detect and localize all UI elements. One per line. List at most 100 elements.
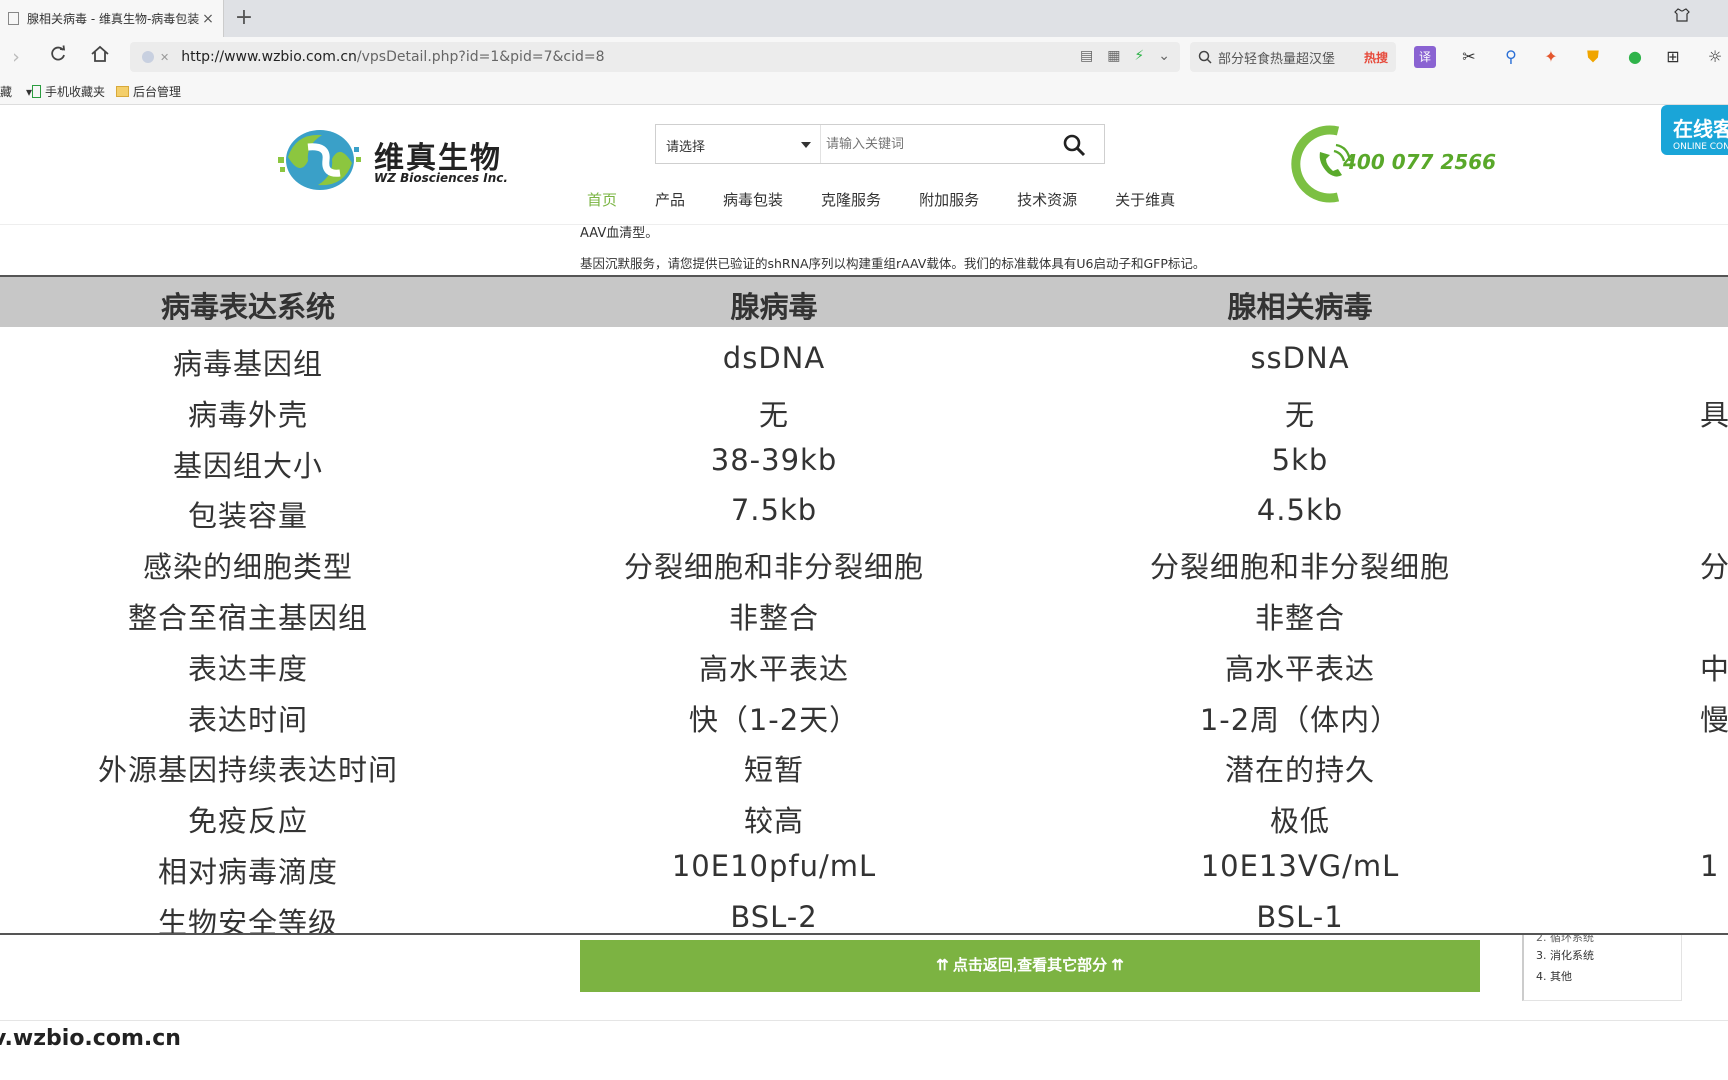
table-cell: 10E13VG/mL: [1200, 849, 1400, 883]
address-bar[interactable]: ✕ http://www.wzbio.com.cn/vpsDetail.php?…: [130, 42, 1180, 72]
table-cell: 中等: [1700, 651, 1728, 686]
table-cell: 较高: [743, 804, 805, 839]
table-cell: 高水平表达: [698, 651, 850, 686]
table-cell: 快（1-2天）: [688, 702, 860, 737]
logo-english-name[interactable]: WZ Biosciences Inc.: [374, 171, 508, 185]
address-bar-actions: ▤ ▦ ⚡ ⌄: [1080, 48, 1170, 64]
footer-divider: [0, 1020, 1728, 1021]
qr-code-icon[interactable]: ▦: [1107, 48, 1120, 64]
table-row-label: 外源基因持续表达时间: [97, 753, 399, 788]
main-navigation: 首页 产品 病毒包装 克隆服务 附加服务 技术资源 关于维真: [568, 180, 1194, 220]
settings-sun-icon[interactable]: ☼: [1704, 46, 1726, 68]
table-cell: 高水平表达: [1224, 651, 1376, 686]
hot-search-badge: 热搜: [1363, 50, 1388, 65]
nav-additional-services[interactable]: 附加服务: [900, 180, 998, 220]
virus-comparison-table: 病毒表达系统 腺病毒 腺相关病毒 病毒基因组 dsDNA ssDNA 病毒外壳 无 无 具基因组大…: [0, 275, 1728, 935]
shield-icon[interactable]: ⛊: [1582, 46, 1604, 68]
intro-text-line-2: 基因沉默服务，请您提供已验证的shRNA序列以构建重组rAAV载体。我们的标准载…: [580, 256, 1206, 271]
table-cell: 极低: [1269, 804, 1331, 839]
chevron-down-icon[interactable]: ⌄: [1158, 48, 1170, 64]
scissors-icon[interactable]: ✂: [1458, 46, 1480, 68]
reader-mode-icon[interactable]: ▤: [1080, 48, 1093, 64]
table-cell: 潜在的持久: [1224, 753, 1376, 788]
online-consult-button[interactable]: 在线客 ONLINE CONS: [1661, 105, 1728, 155]
intro-text-line-1: AAV血清型。: [580, 226, 659, 241]
nav-cloning-services[interactable]: 克隆服务: [802, 180, 900, 220]
nav-tech-resources[interactable]: 技术资源: [998, 180, 1096, 220]
new-tab-button[interactable]: +: [232, 6, 256, 30]
table-row-label: 病毒外壳: [187, 397, 309, 432]
bookmark-label: 手机收藏夹: [45, 85, 106, 99]
category-select[interactable]: 请选择: [656, 125, 821, 163]
table-cell: 4.5kb: [1256, 493, 1344, 528]
bookmark-mobile[interactable]: 手机收藏夹: [32, 83, 105, 100]
url-path: /vpsDetail.php?id=1&pid=7&cid=8: [356, 49, 605, 65]
window-skin-icon[interactable]: [1674, 8, 1690, 26]
table-row-label: 整合至宿主基因组: [127, 601, 369, 635]
table-row-label: 病毒基因组: [172, 347, 324, 381]
search-icon: [1198, 50, 1212, 64]
table-row-label: 生物安全等级: [157, 905, 339, 935]
table-cell: 慢: [1700, 702, 1728, 737]
table-cell: 1-2周（体内）: [1199, 702, 1401, 737]
bookmark-label: 后台管理: [133, 85, 182, 99]
home-icon[interactable]: [88, 45, 112, 69]
reload-icon[interactable]: [46, 45, 70, 69]
site-security-icon[interactable]: [142, 51, 154, 63]
page-icon: [8, 12, 19, 25]
nav-products[interactable]: 产品: [636, 180, 704, 220]
nav-virus-packaging[interactable]: 病毒包装: [704, 180, 802, 220]
site-search: 请选择: [655, 124, 1105, 164]
table-cell: 无: [758, 397, 790, 432]
table-cell: ssDNA: [1250, 341, 1350, 375]
magnifier-icon[interactable]: ⚲: [1500, 46, 1522, 68]
table-row-label: 基因组大小: [172, 448, 324, 483]
table-row-label: 表达丰度: [187, 651, 309, 686]
search-suggestion: 部分轻食热量超汉堡: [1218, 51, 1336, 67]
table-cell: 1: [1700, 849, 1720, 883]
online-consult-subtitle: ONLINE CONS: [1673, 142, 1728, 152]
table-cell: BSL-2: [730, 899, 818, 934]
table-cell: 38-39kb: [710, 442, 838, 477]
caret-down-icon[interactable]: [801, 142, 811, 148]
table-cell: 短暂: [743, 753, 805, 788]
table-header-adenovirus: 腺病毒: [730, 290, 818, 324]
side-list-item[interactable]: 3. 消化系统: [1536, 945, 1681, 966]
table-cell: 分裂细胞和非分裂细胞: [623, 550, 925, 585]
hotline-number[interactable]: 400 077 2566: [1343, 150, 1496, 174]
keyword-input[interactable]: [826, 125, 1046, 163]
nav-about[interactable]: 关于维真: [1096, 180, 1194, 220]
table-row-label: 表达时间: [187, 702, 309, 737]
bookmark-admin[interactable]: 后台管理: [116, 83, 181, 100]
table-cell: 分裂细胞和非分裂细胞: [1149, 550, 1451, 585]
table-cell: 10E10pfu/mL: [671, 849, 877, 883]
search-icon[interactable]: [1062, 133, 1086, 157]
browser-search-box[interactable]: 部分轻食热量超汉堡 热搜: [1190, 42, 1396, 72]
apps-grid-icon[interactable]: ⊞: [1662, 46, 1684, 68]
table-cell: 具: [1700, 397, 1728, 432]
protection-icon[interactable]: ✕: [160, 51, 169, 64]
side-list-item[interactable]: 2. 循环系统: [1536, 935, 1681, 945]
browser-tab-active[interactable]: 腺相关病毒 - 维真生物-病毒包装 ×: [0, 0, 224, 37]
speed-mode-icon[interactable]: ⚡: [1134, 48, 1144, 64]
tab-title: 腺相关病毒 - 维真生物-病毒包装: [27, 12, 200, 26]
table-cell: 7.5kb: [730, 493, 818, 528]
game-icon[interactable]: ✦: [1540, 46, 1562, 68]
table-cell: 非整合: [1254, 601, 1346, 635]
nav-home[interactable]: 首页: [568, 180, 636, 220]
side-list-item[interactable]: 4. 其他: [1536, 966, 1681, 987]
wzbio-logo-icon[interactable]: [278, 127, 362, 193]
phone-icon: [32, 85, 41, 98]
tab-close-icon[interactable]: ×: [201, 11, 215, 27]
table-cell: BSL-1: [1256, 899, 1344, 934]
chat-icon[interactable]: ●: [1624, 46, 1646, 68]
forward-icon[interactable]: ›: [4, 45, 28, 69]
site-header: 维真生物 WZ Biosciences Inc. 请选择 首页 产品 病毒包装 …: [0, 105, 1728, 225]
table-cell: 无: [1284, 397, 1316, 432]
footer-site-url[interactable]: v.wzbio.com.cn: [0, 1026, 181, 1051]
translate-icon[interactable]: 译: [1414, 46, 1436, 68]
bookmarks-bar: 藏 ▾ 手机收藏夹 后台管理: [0, 77, 1728, 105]
back-to-sections-button[interactable]: ⇈ 点击返回,查看其它部分 ⇈: [580, 940, 1480, 992]
table-row-label: 免疫反应: [187, 804, 309, 839]
bookmark-favorites[interactable]: 藏 ▾: [0, 83, 32, 100]
